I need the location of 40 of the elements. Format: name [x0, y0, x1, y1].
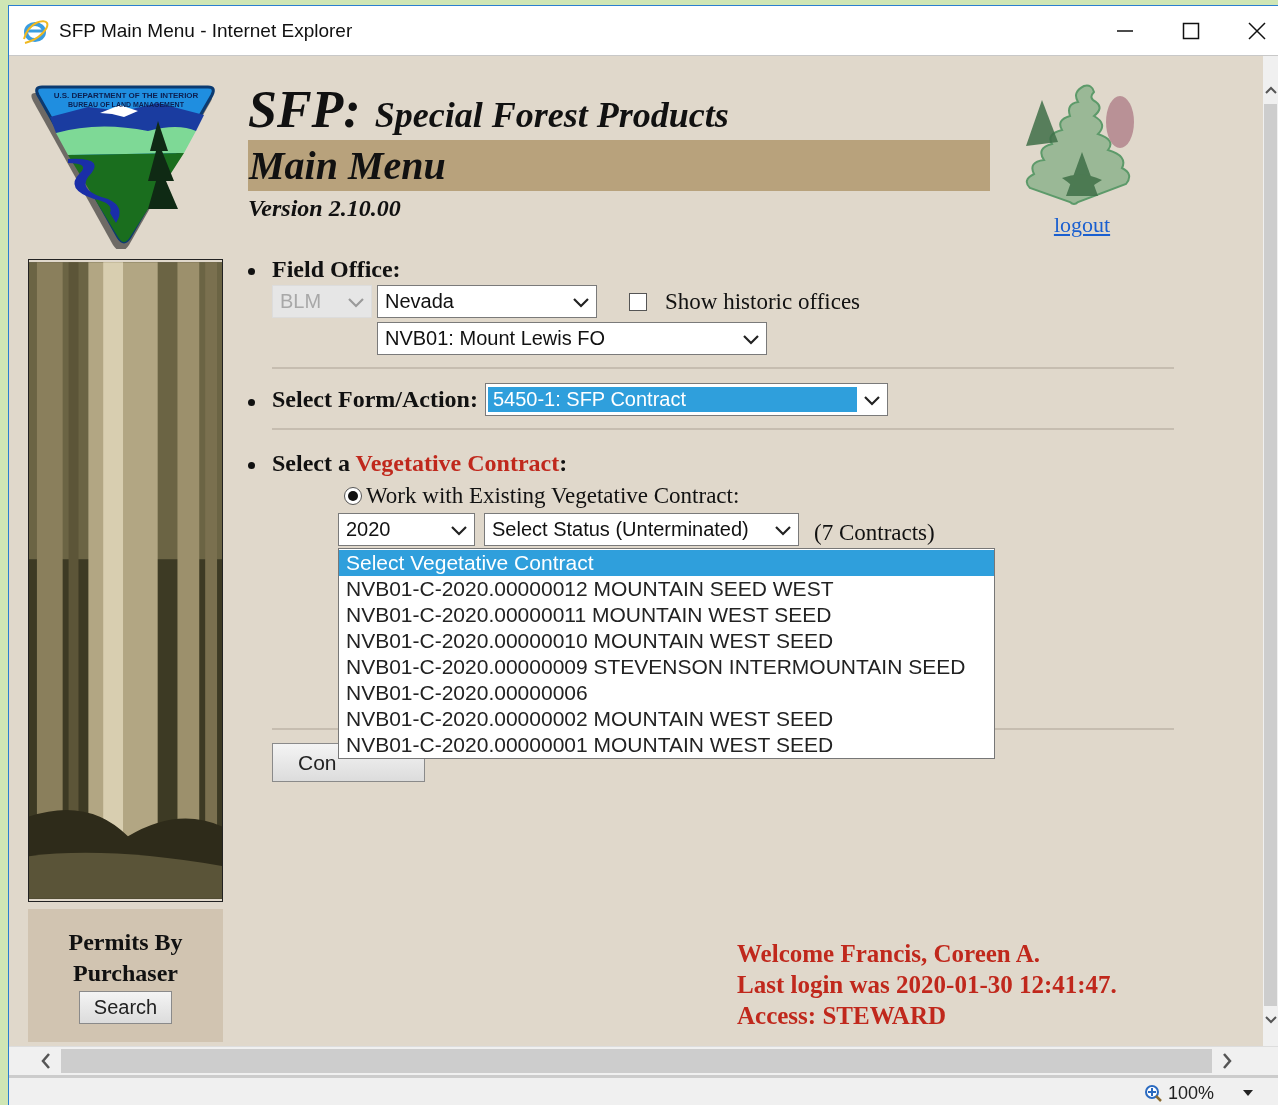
app-subtitle: Special Forest Products — [374, 94, 729, 136]
dropdown-option[interactable]: NVB01-C-2020.00000010 MOUNTAIN WEST SEED — [339, 628, 994, 654]
close-icon[interactable] — [1248, 21, 1266, 40]
welcome-text: Last login was 2020-01-30 12:41:47. — [737, 970, 1118, 1000]
welcome-text: Access: STEWARD — [737, 1001, 948, 1031]
dropdown[interactable]: 2020 — [338, 513, 475, 546]
dropdown-option[interactable]: NVB01-C-2020.00000006 — [339, 680, 994, 706]
dropdown[interactable]: Select Status (Unterminated) — [484, 513, 799, 546]
section-title: Main Menu — [248, 142, 446, 189]
bullet-icon — [248, 399, 255, 406]
window-title: SFP Main Menu - Internet Explorer — [59, 19, 353, 42]
radio-button[interactable] — [344, 487, 362, 505]
logout-link[interactable]: logout — [1053, 212, 1111, 238]
bullet-icon — [248, 462, 255, 469]
app-title: SFP: — [248, 80, 361, 139]
checkbox[interactable] — [629, 292, 647, 311]
field-label: Select a Vegetative Contract: — [272, 450, 569, 477]
emblem-text: U.S. DEPARTMENT OF THE INTERIOR — [53, 91, 199, 100]
dropdown-option[interactable]: NVB01-C-2020.00000002 MOUNTAIN WEST SEED — [339, 706, 994, 732]
caret-icon[interactable] — [1242, 1089, 1254, 1097]
search-button[interactable]: Search — [78, 991, 173, 1024]
zoom-icon[interactable] — [1143, 1084, 1162, 1102]
radio-label: Work with Existing Vegetative Contract: — [366, 483, 740, 509]
dropdown-option[interactable]: NVB01-C-2020.00000012 MOUNTAIN SEED WEST — [339, 576, 994, 602]
zoom-level[interactable]: 100% — [1167, 1082, 1214, 1104]
field-label: Select Form/Action: — [272, 386, 478, 413]
panel-title: Permits By Purchaser — [67, 928, 184, 988]
bullet-icon — [248, 268, 255, 275]
dropdown-option[interactable]: NVB01-C-2020.00000009 STEVENSON INTERMOUNTAIN SEED — [339, 654, 994, 680]
welcome-text: Welcome Francis, Coreen A. — [737, 939, 1041, 969]
horizontal-scrollbar[interactable] — [9, 1046, 1278, 1075]
maximize-icon[interactable] — [1182, 21, 1200, 40]
dropdown[interactable]: NVB01: Mount Lewis FO — [377, 322, 767, 355]
checkbox-label: Show historic offices — [665, 288, 861, 315]
count-text: (7 Contracts) — [814, 519, 935, 546]
dropdown-option[interactable]: NVB01-C-2020.00000011 MOUNTAIN WEST SEED — [339, 602, 994, 628]
dropdown[interactable]: Nevada — [377, 285, 597, 318]
vertical-scrollbar[interactable] — [1263, 56, 1278, 1046]
field-label: Field Office: — [272, 256, 402, 283]
version-text: Version 2.10.00 — [248, 195, 402, 222]
